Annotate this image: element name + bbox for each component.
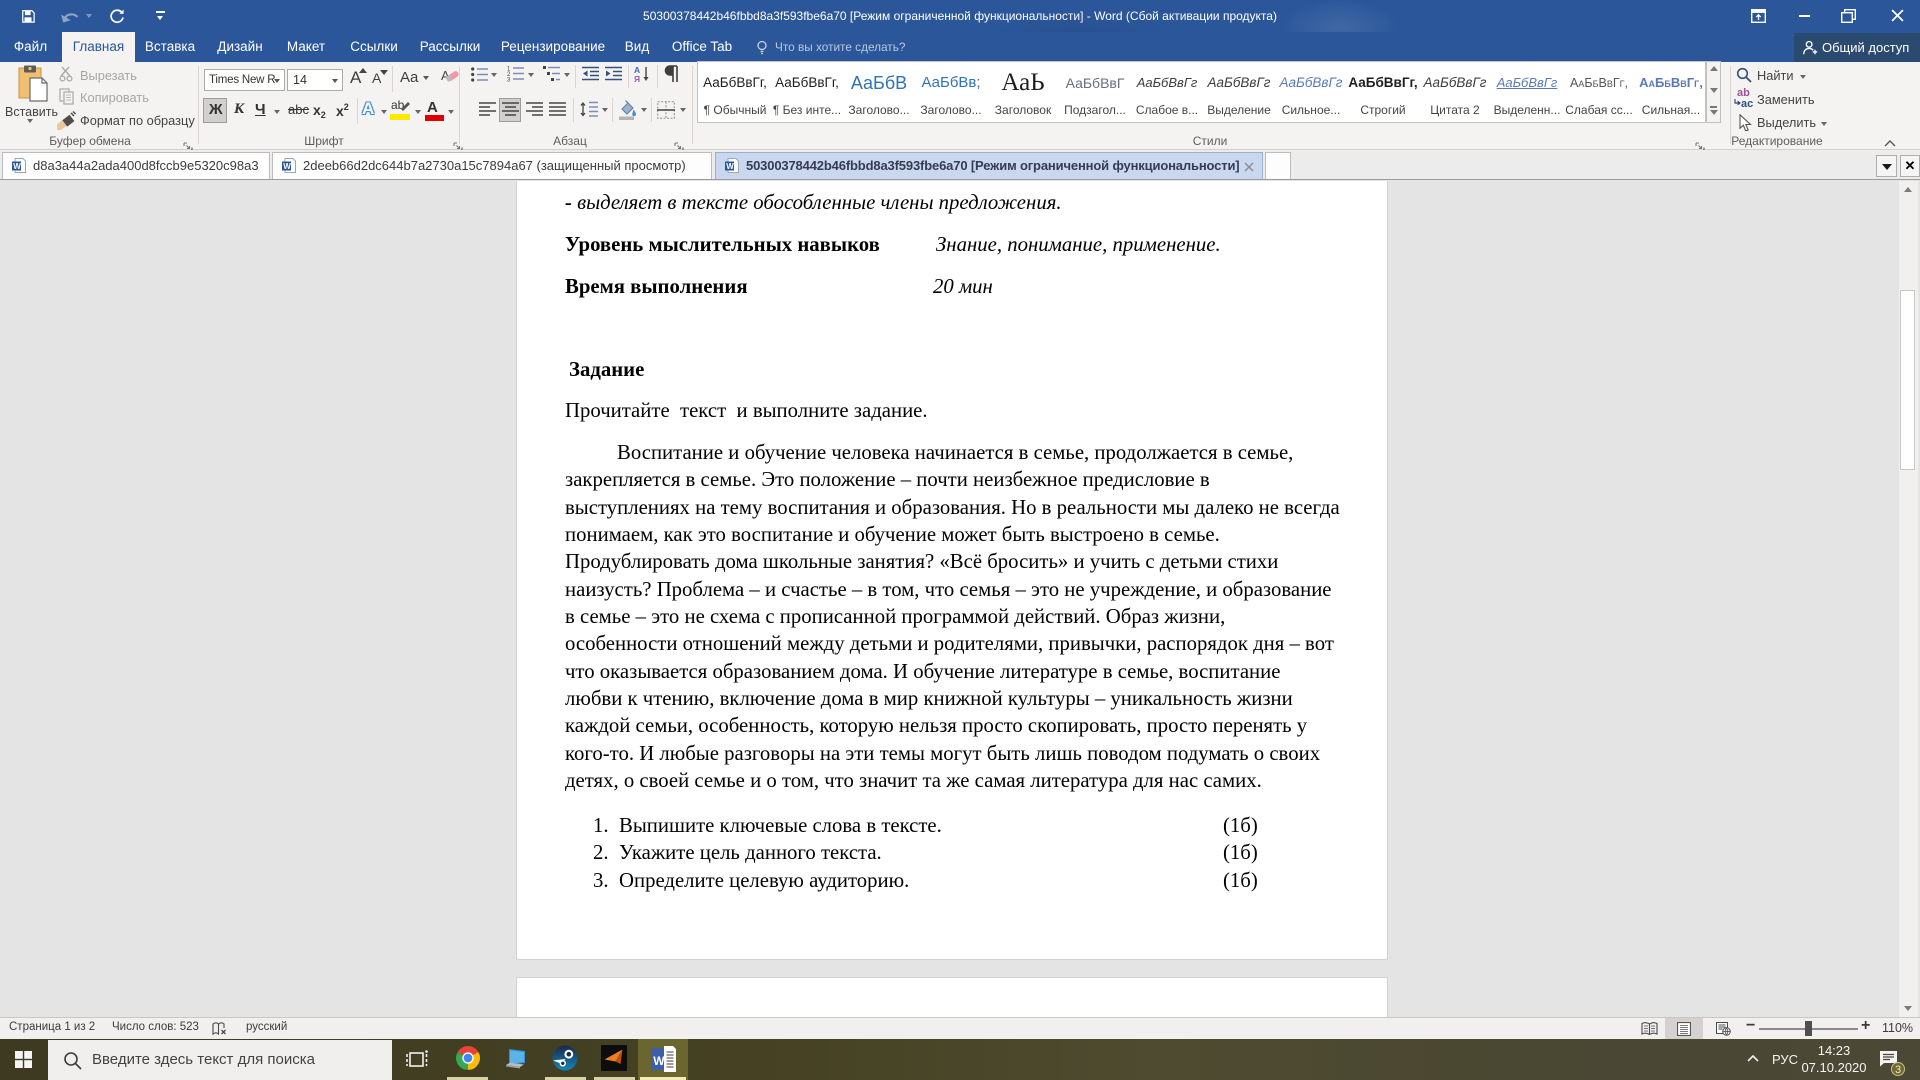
svg-text:W: W [283, 162, 291, 171]
svg-text:Я: Я [634, 74, 640, 83]
svg-text:W: W [653, 1054, 665, 1068]
svg-text:3: 3 [507, 78, 511, 83]
svg-text:W: W [726, 162, 734, 171]
svg-text:W: W [13, 162, 21, 171]
